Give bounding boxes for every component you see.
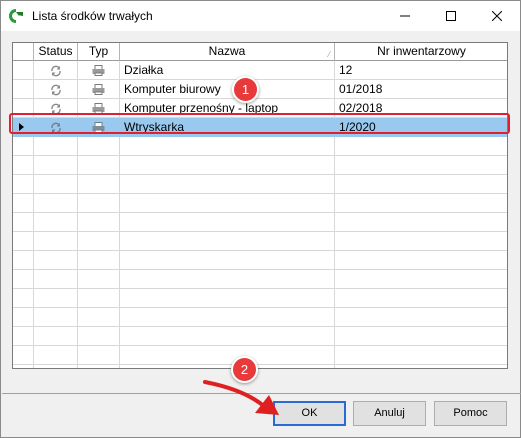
refresh-icon — [50, 65, 61, 76]
window-title: Lista środków trwałych — [32, 9, 153, 23]
name-cell[interactable]: Działka — [120, 61, 334, 80]
grid-line — [13, 193, 507, 194]
minimize-icon — [400, 15, 410, 17]
inventory-number-cell[interactable]: 12 — [335, 61, 507, 80]
pomoc-button[interactable]: Pomoc — [434, 401, 507, 426]
close-button[interactable] — [474, 1, 520, 31]
name-cell[interactable]: Komputer biurowy — [120, 80, 334, 99]
svg-text:ST: ST — [14, 16, 22, 22]
type-cell — [78, 61, 119, 80]
column-header-nazwa[interactable]: Nazwa ⁄ — [120, 43, 335, 61]
anuluj-button[interactable]: Anuluj — [353, 401, 426, 426]
status-cell — [34, 61, 77, 80]
selected-row-outline — [9, 113, 510, 134]
grid-line — [13, 269, 507, 270]
close-icon — [492, 11, 502, 21]
printer-icon — [92, 65, 105, 76]
column-header-status[interactable]: Status — [34, 43, 78, 61]
grid-line — [13, 364, 507, 365]
maximize-button[interactable] — [428, 1, 474, 31]
dialog-window: ST Lista środków trwałych Status Typ Naz… — [0, 0, 521, 438]
grid-line — [13, 250, 507, 251]
status-cell — [34, 80, 77, 99]
title-bar[interactable]: ST Lista środków trwałych — [1, 1, 520, 31]
inventory-number-cell[interactable]: 01/2018 — [335, 80, 507, 99]
grid-line — [13, 212, 507, 213]
column-header-nazwa-label: Nazwa — [208, 44, 246, 58]
minimize-button[interactable] — [382, 1, 428, 31]
refresh-icon — [50, 84, 61, 95]
assets-grid[interactable]: Status Typ Nazwa ⁄ Nr inwentarzowy Dział… — [12, 42, 508, 369]
grid-line — [13, 345, 507, 346]
grid-line — [13, 307, 507, 308]
grid-line — [13, 231, 507, 232]
grid-line — [13, 155, 507, 156]
maximize-icon — [446, 11, 456, 21]
grid-line — [13, 174, 507, 175]
grid-line — [13, 288, 507, 289]
annotation-badge-1: 1 — [232, 76, 259, 103]
type-cell — [78, 80, 119, 99]
printer-icon — [92, 84, 105, 95]
app-logo-icon: ST — [9, 9, 23, 23]
column-header-nr[interactable]: Nr inwentarzowy — [335, 43, 507, 61]
row-indicator-header — [13, 43, 34, 61]
annotation-badge-2: 2 — [231, 356, 258, 383]
grid-line — [13, 326, 507, 327]
column-header-typ[interactable]: Typ — [78, 43, 120, 61]
